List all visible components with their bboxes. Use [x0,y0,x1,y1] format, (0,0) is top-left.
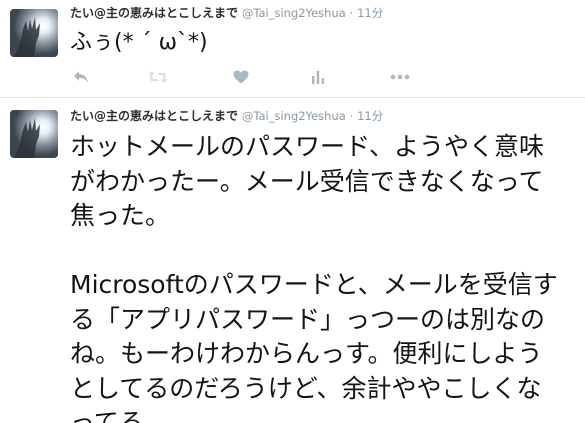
tweet[interactable]: たい@主の恵みはとこしえまで @Tai_sing2Yeshua · 11分 ホッ… [0,98,585,423]
display-name[interactable]: たい@主の恵みはとこしえまで [70,6,238,20]
tweet-text: ホットメールのパスワード、ようやく意味 がわかったー。メール受信できなくなって … [70,130,558,423]
tweet-text-line: る「アプリパスワード」っつーのは別なの [70,304,546,334]
tweet-text-line: ホットメールのパスワード、ようやく意味 [70,132,545,161]
tweet-text-line: ってる… [70,408,169,423]
timestamp[interactable]: 11分 [357,109,383,123]
tweet-text-line: がわかったー。メール受信できなくなって [70,166,544,196]
timestamp[interactable]: 11分 [357,6,383,20]
tweet-header: たい@主の恵みはとこしえまで @Tai_sing2Yeshua · 11分 [70,4,383,22]
tweet-text-line: 焦った。 [70,201,171,230]
tweet[interactable]: たい@主の恵みはとこしえまで @Tai_sing2Yeshua · 11分 ふぅ… [0,0,585,98]
avatar-image [10,9,58,57]
reply-button[interactable] [70,66,92,88]
analytics-icon [312,71,324,84]
retweet-icon [148,71,168,83]
tweet-text-line: Microsoftのパスワードと、メールを受信す [70,270,558,299]
like-button[interactable] [230,66,252,88]
avatar-image [10,110,58,158]
more-button[interactable] [389,66,411,88]
like-icon [233,70,249,84]
display-name[interactable]: たい@主の恵みはとこしえまで [70,109,238,123]
separator: · [349,6,354,20]
retweet-button[interactable] [147,66,169,88]
handle[interactable]: @Tai_sing2Yeshua [242,6,346,20]
tweet-text-line [70,234,558,269]
timeline: たい@主の恵みはとこしえまで @Tai_sing2Yeshua · 11分 ふぅ… [0,0,585,423]
avatar[interactable] [10,9,58,57]
analytics-button[interactable] [307,66,329,88]
tweet-header: たい@主の恵みはとこしえまで @Tai_sing2Yeshua · 11分 [70,107,383,125]
handle[interactable]: @Tai_sing2Yeshua [242,109,346,123]
tweet-text-line: としてるのだろうけど、余計ややこしくな [70,373,542,403]
separator: · [349,109,354,123]
avatar[interactable] [10,110,58,158]
tweet-text: ふぅ(* ´ ω`*) [70,30,208,55]
tweet-text-line: ね。もーわけわからんっす。便利にしよう [70,339,543,368]
reply-icon [74,71,88,83]
more-icon [390,74,410,80]
tweet-actions [70,66,570,88]
